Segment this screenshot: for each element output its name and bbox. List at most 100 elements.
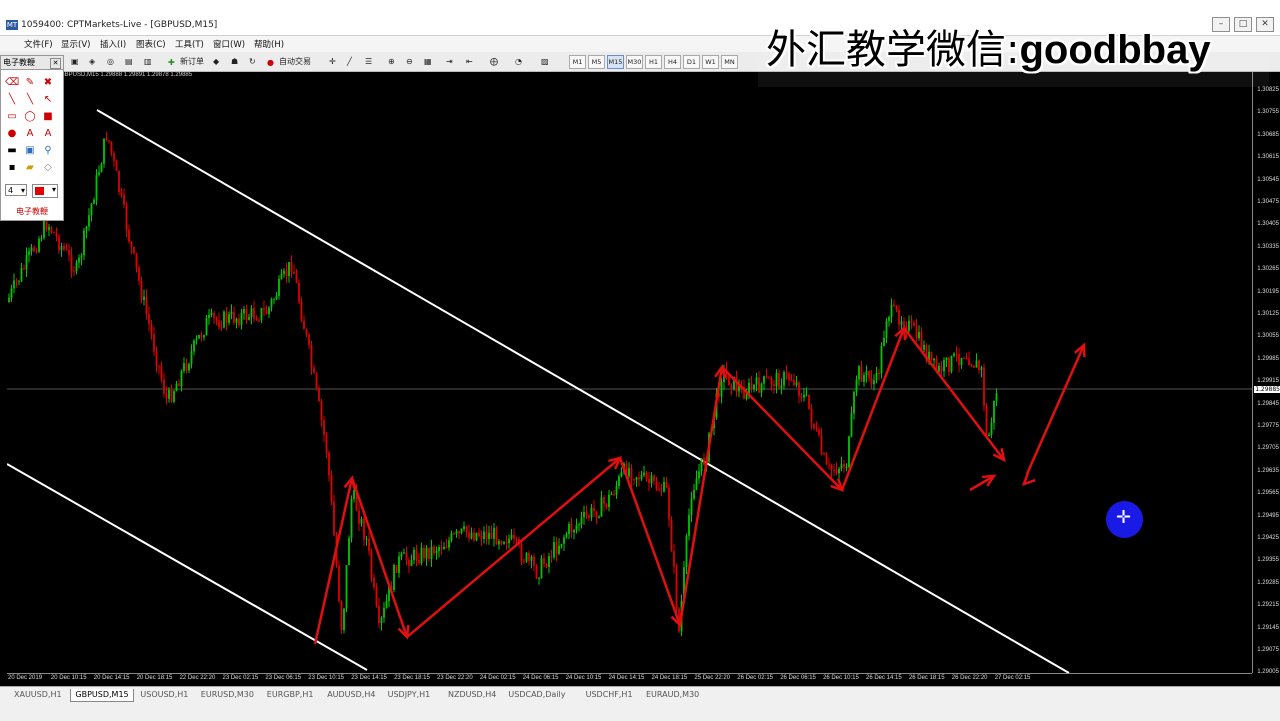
autoscroll-icon[interactable]: ⇥ bbox=[445, 54, 454, 70]
candle-body bbox=[153, 334, 155, 352]
arrow-icon[interactable]: ↖ bbox=[41, 93, 55, 107]
chart-tab[interactable]: EURGBP,H1 bbox=[263, 689, 318, 701]
menu-charts[interactable]: 图表(C) bbox=[136, 38, 166, 50]
chart-shift-icon[interactable]: ⇤ bbox=[465, 54, 474, 70]
highlighter-icon[interactable]: ▬ bbox=[5, 144, 19, 158]
menu-view[interactable]: 显示(V) bbox=[61, 38, 90, 50]
templates-icon[interactable]: ▨ bbox=[540, 54, 550, 70]
pen-icon[interactable]: ✎ bbox=[23, 76, 37, 90]
tf-h1[interactable]: H1 bbox=[645, 55, 662, 69]
menu-tools[interactable]: 工具(T) bbox=[175, 38, 204, 50]
autotrade-button[interactable]: ● 自动交易 bbox=[266, 54, 312, 70]
panel-close-button[interactable]: ✕ bbox=[50, 58, 61, 69]
new-order-button[interactable]: ✚ 新订单 bbox=[167, 54, 205, 70]
candle-body bbox=[248, 316, 250, 320]
magnifier-icon[interactable]: ⚲ bbox=[41, 144, 55, 158]
tf-w1[interactable]: W1 bbox=[702, 55, 719, 69]
tf-m15[interactable]: M15 bbox=[607, 55, 624, 69]
chart-tab[interactable]: USDCAD,Daily bbox=[504, 689, 569, 701]
tf-m30[interactable]: M30 bbox=[626, 55, 643, 69]
color-select[interactable]: ▾ bbox=[32, 184, 58, 198]
navigator-icon[interactable]: ▤ bbox=[124, 54, 134, 70]
menu-file[interactable]: 文件(F) bbox=[24, 38, 53, 50]
filled-ellipse-icon[interactable]: ● bbox=[5, 127, 19, 141]
line-icon[interactable]: ╲ bbox=[5, 93, 19, 107]
menu-insert[interactable]: 插入(I) bbox=[100, 38, 126, 50]
chart-tab[interactable]: XAUUSD,H1 bbox=[10, 689, 66, 701]
candle-body bbox=[688, 514, 690, 536]
candle-body bbox=[533, 556, 535, 566]
tf-mn[interactable]: MN bbox=[721, 55, 738, 69]
chart-tab[interactable]: USDJPY,H1 bbox=[384, 689, 435, 701]
candle-body bbox=[610, 493, 613, 495]
zoom-in-icon[interactable]: ⊕ bbox=[387, 54, 396, 70]
chevron-down-icon: ▾ bbox=[51, 185, 56, 194]
new-chart-icon[interactable]: ▣ bbox=[70, 54, 80, 70]
candle-body bbox=[838, 468, 840, 474]
open-folder-icon[interactable]: ▰ bbox=[23, 161, 37, 175]
strategy-icon[interactable]: ☗ bbox=[230, 54, 239, 70]
candle-body bbox=[943, 360, 945, 372]
chart-tab[interactable]: USDCHF,H1 bbox=[582, 689, 637, 701]
candle-body bbox=[288, 262, 290, 277]
text-icon[interactable]: A bbox=[23, 127, 37, 141]
line-tool-icon[interactable]: ╱ bbox=[346, 54, 353, 70]
candle-body bbox=[868, 371, 870, 378]
refresh-icon[interactable]: ↻ bbox=[248, 54, 257, 70]
candle-body bbox=[240, 313, 243, 325]
tf-h4[interactable]: H4 bbox=[664, 55, 681, 69]
chart-tab[interactable]: GBPUSD,M15 bbox=[70, 689, 134, 702]
fibo-icon[interactable]: ☰ bbox=[364, 54, 373, 70]
chart-tab[interactable]: EURUSD,M30 bbox=[197, 689, 258, 701]
candle-body bbox=[953, 353, 955, 356]
crosshair-icon[interactable]: ✛ bbox=[328, 54, 337, 70]
zoom-out-icon[interactable]: ⊖ bbox=[405, 54, 414, 70]
candle-body bbox=[628, 468, 630, 477]
menu-window[interactable]: 窗口(W) bbox=[213, 38, 245, 50]
candle-body bbox=[650, 475, 653, 484]
chart-tab[interactable]: USOUSD,H1 bbox=[136, 689, 192, 701]
filled-rectangle-icon[interactable]: ■ bbox=[41, 110, 55, 124]
candle-body bbox=[508, 538, 510, 544]
candle-body bbox=[693, 490, 695, 499]
terminal-icon[interactable]: ▥ bbox=[143, 54, 153, 70]
segment-icon[interactable]: ╲ bbox=[23, 93, 37, 107]
time-tick: 24 Dec 18:15 bbox=[651, 675, 688, 681]
candle-body bbox=[700, 458, 703, 472]
candle-body bbox=[360, 518, 363, 524]
chart-tab[interactable]: AUDUSD,H4 bbox=[323, 689, 379, 701]
ellipse-icon[interactable]: ◯ bbox=[23, 110, 37, 124]
line-width-select[interactable]: 4 ▾ bbox=[5, 184, 27, 196]
metaeditor-icon[interactable]: ◆ bbox=[212, 54, 220, 70]
chart-tab[interactable]: NZDUSD,H4 bbox=[444, 689, 500, 701]
candle-body bbox=[435, 550, 438, 554]
eraser-icon[interactable]: ⌫ bbox=[5, 76, 19, 90]
candle-body bbox=[315, 373, 318, 388]
tf-m1[interactable]: M1 bbox=[569, 55, 586, 69]
profiles-icon[interactable]: ◈ bbox=[88, 54, 96, 70]
rectangle-icon[interactable]: ▭ bbox=[5, 110, 19, 124]
market-watch-icon[interactable]: ◎ bbox=[106, 54, 115, 70]
candle-body bbox=[753, 384, 755, 390]
candle-body bbox=[275, 295, 278, 300]
menu-help[interactable]: 帮助(H) bbox=[254, 38, 284, 50]
candle-body bbox=[25, 254, 28, 270]
chart-tab[interactable]: EURAUD,M30 bbox=[642, 689, 703, 701]
indicators-icon[interactable]: ⨁ bbox=[489, 54, 499, 70]
save-icon[interactable]: ▪ bbox=[5, 161, 19, 175]
candle-body bbox=[255, 318, 258, 321]
candle-body bbox=[558, 545, 560, 554]
candle-body bbox=[298, 282, 300, 302]
font-icon[interactable]: A bbox=[41, 127, 55, 141]
candle-body bbox=[615, 486, 618, 495]
image-icon[interactable]: ▣ bbox=[23, 144, 37, 158]
tf-d1[interactable]: D1 bbox=[683, 55, 700, 69]
candle-body bbox=[75, 262, 78, 272]
clear-icon[interactable]: ✖ bbox=[41, 76, 55, 90]
tf-m5[interactable]: M5 bbox=[588, 55, 605, 69]
tile-icon[interactable]: ▦ bbox=[423, 54, 433, 70]
diamond-icon[interactable]: ◇ bbox=[41, 161, 55, 175]
chart-canvas[interactable] bbox=[7, 72, 1252, 673]
price-chart[interactable] bbox=[7, 72, 1252, 673]
periods-icon[interactable]: ◔ bbox=[514, 54, 523, 70]
